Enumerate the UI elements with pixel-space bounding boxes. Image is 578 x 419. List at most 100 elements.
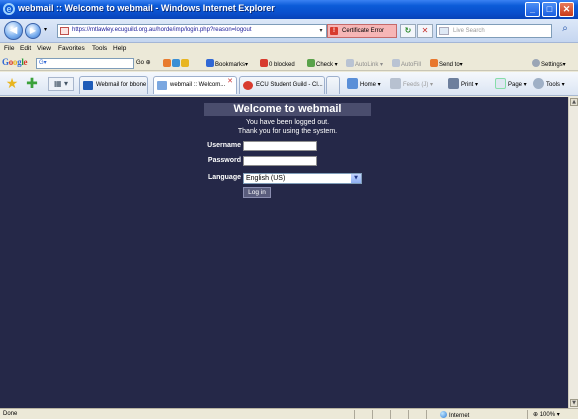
google-settings-button[interactable]: Settings▾ (532, 59, 566, 68)
tab-favicon (83, 81, 93, 90)
tab-webmail-welcome[interactable]: webmail :: Welcom... ✕ (153, 76, 237, 94)
home-label: Home ▾ (360, 82, 381, 88)
status-bar: Done Internet ⊕ 100% ▾ (0, 408, 578, 419)
status-text: Done (3, 411, 18, 417)
certificate-error-button[interactable]: ! Certificate Error (327, 24, 397, 38)
address-bar[interactable]: https://mtlawley.ecuguild.org.au/horde/i… (57, 24, 327, 38)
menu-edit[interactable]: Edit (20, 45, 31, 52)
vertical-scrollbar[interactable]: ▲ ▼ (568, 97, 578, 408)
bookmarks-menu[interactable]: Bookmarks▾ (206, 59, 248, 68)
status-divider (527, 410, 528, 419)
check-icon (307, 59, 315, 67)
welcome-heading: Welcome to webmail (204, 103, 371, 116)
printer-icon (448, 78, 459, 89)
menu-favorites[interactable]: Favorites (58, 45, 85, 52)
status-divider (372, 410, 373, 419)
send-to-label: Send to▾ (439, 62, 463, 68)
tab-webmail-bbone[interactable]: Webmail for bbone (79, 76, 148, 94)
print-label: Print ▾ (461, 82, 479, 88)
security-zone[interactable]: Internet (440, 411, 469, 419)
address-dropdown-icon[interactable]: ▾ (316, 25, 326, 37)
forward-button[interactable]: ▶ (25, 23, 41, 39)
tab-ecu-student-guild[interactable]: ECU Student Guild - Cl... (239, 76, 325, 94)
home-icon (347, 78, 358, 89)
quick-tabs-button[interactable]: ▦ ▾ (48, 77, 74, 91)
scroll-down-icon[interactable]: ▼ (570, 399, 578, 407)
maximize-button[interactable]: □ (542, 2, 557, 17)
tab-favicon (243, 81, 253, 90)
spell-check-button[interactable]: Check ▾ (307, 59, 338, 68)
window-title: webmail :: Welcome to webmail - Windows … (18, 3, 275, 13)
zoom-label: 100% ▾ (539, 412, 560, 418)
back-button[interactable]: ◀ (4, 21, 23, 40)
print-button[interactable]: Print ▾ (448, 78, 478, 89)
page-icon (60, 27, 69, 35)
google-search-input[interactable]: G▾ (36, 58, 134, 69)
blocked-label: 0 blocked (269, 62, 295, 68)
live-search-placeholder: Live Search (453, 28, 485, 34)
add-favorite-icon[interactable]: ✚ (24, 76, 40, 92)
menu-file[interactable]: File (4, 45, 14, 52)
status-divider (354, 410, 355, 419)
url-text: https://mtlawley.ecuguild.org.au/horde/i… (72, 27, 252, 33)
menu-help[interactable]: Help (113, 45, 126, 52)
blocked-icon (260, 59, 268, 67)
stop-button[interactable]: ✕ (417, 24, 433, 38)
menu-tools[interactable]: Tools (92, 45, 107, 52)
bookmarks-label: Bookmarks▾ (215, 62, 249, 68)
close-window-button[interactable]: ✕ (559, 2, 574, 17)
language-label: Language (207, 174, 241, 181)
tab-bar: ★ ✚ ▦ ▾ Webmail for bbone webmail :: Wel… (0, 72, 578, 96)
login-button[interactable]: Log in (243, 187, 271, 198)
feeds-label: Feeds (J) ▾ (403, 82, 434, 88)
autofill-label: AutoFill (401, 62, 422, 68)
page-menu-button[interactable]: Page ▾ (495, 78, 527, 89)
zoom-icon: ⊕ (533, 412, 540, 418)
username-input[interactable] (243, 141, 317, 151)
menu-bar: File Edit View Favorites Tools Help (0, 44, 578, 56)
language-value: English (US) (246, 175, 286, 182)
autofill-icon (392, 59, 400, 67)
tools-label: Tools ▾ (546, 82, 565, 88)
status-divider (408, 410, 409, 419)
feeds-button[interactable]: Feeds (J) ▾ (390, 78, 433, 89)
autolink-label: AutoLink ▾ (355, 62, 384, 68)
autolink-button[interactable]: AutoLink ▾ (346, 59, 383, 68)
page-label: Page ▾ (508, 82, 527, 88)
tools-menu-button[interactable]: Tools ▾ (533, 78, 565, 89)
popup-blocker-button[interactable]: 0 blocked (260, 59, 295, 68)
google-extras-icons[interactable] (163, 59, 190, 68)
password-input[interactable] (243, 156, 317, 166)
title-bar: e webmail :: Welcome to webmail - Window… (0, 0, 578, 19)
ie-icon: e (3, 3, 15, 15)
page-icon (495, 78, 506, 89)
language-select[interactable]: English (US) ▼ (243, 173, 362, 184)
favorites-star-icon[interactable]: ★ (4, 76, 20, 92)
tab-label: ECU Student Guild - Cl... (256, 82, 323, 88)
username-label: Username (207, 142, 241, 149)
scroll-up-icon[interactable]: ▲ (570, 98, 578, 106)
zoom-level[interactable]: ⊕ 100% ▾ (533, 411, 560, 418)
send-to-button[interactable]: Send to▾ (430, 59, 463, 68)
settings-label: Settings▾ (541, 62, 566, 68)
new-tab-button[interactable] (326, 76, 340, 94)
chevron-down-icon[interactable]: ▼ (351, 174, 361, 183)
status-divider (390, 410, 391, 419)
history-dropdown-icon[interactable]: ▾ (44, 26, 47, 33)
google-go-button[interactable]: Go ⊕ (136, 59, 151, 66)
tab-label: Webmail for bbone (96, 82, 147, 88)
minimize-button[interactable]: _ (525, 2, 540, 17)
page-content: Welcome to webmail You have been logged … (0, 97, 568, 408)
refresh-button[interactable]: ↻ (400, 24, 416, 38)
home-button[interactable]: Home ▾ (347, 78, 381, 89)
autofill-button[interactable]: AutoFill (392, 59, 421, 68)
star-icon (206, 59, 214, 67)
close-tab-icon[interactable]: ✕ (227, 77, 233, 85)
live-search-input[interactable]: Live Search (436, 24, 552, 38)
settings-icon (532, 59, 540, 67)
menu-view[interactable]: View (37, 45, 51, 52)
shield-warning-icon: ! (330, 27, 338, 35)
tab-favicon (157, 81, 167, 90)
search-icon[interactable]: ⌕ (556, 23, 574, 39)
certificate-error-label: Certificate Error (342, 28, 385, 34)
